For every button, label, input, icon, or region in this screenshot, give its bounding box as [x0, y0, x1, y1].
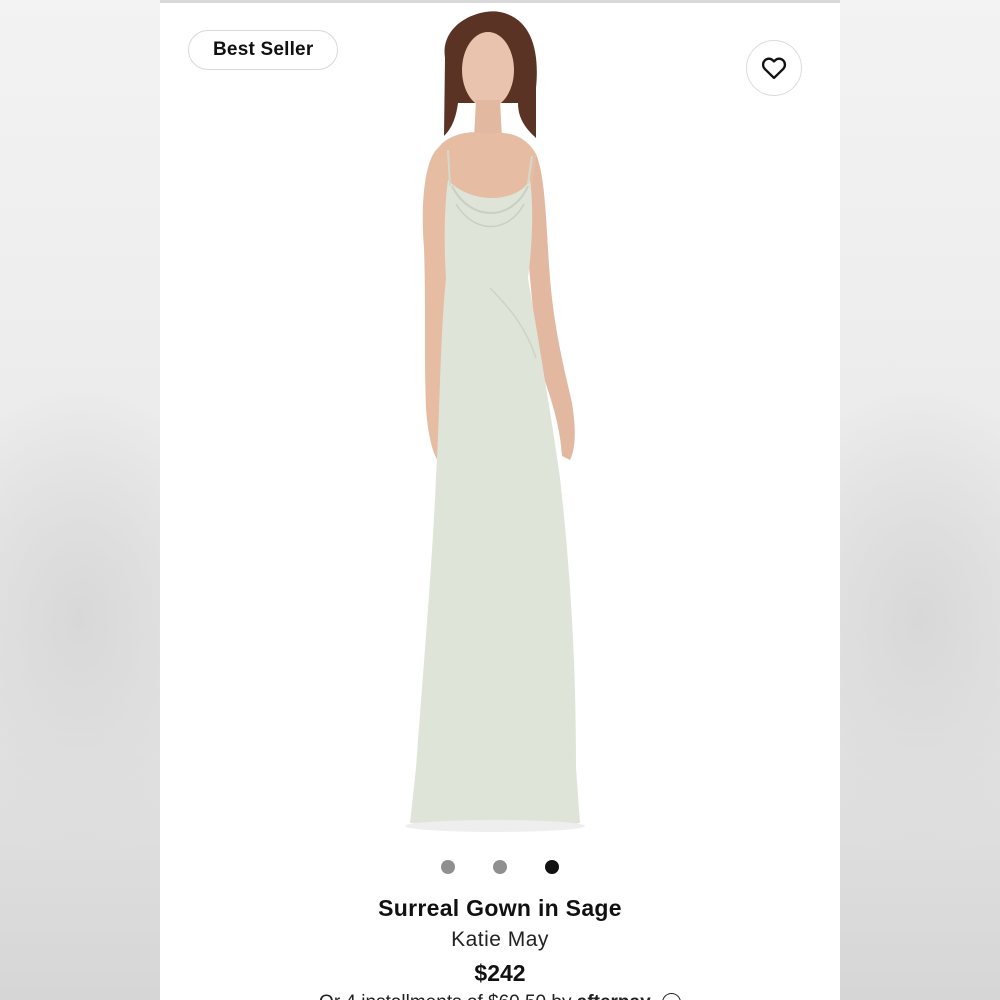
best-seller-badge: Best Seller	[188, 30, 339, 70]
carousel-dot[interactable]	[493, 860, 507, 874]
product-price: $242	[474, 960, 526, 986]
product-brand[interactable]: Katie May	[160, 928, 840, 952]
product-image[interactable]	[340, 8, 640, 834]
carousel-dot[interactable]	[441, 860, 455, 874]
installments-text: Or 4 installments of $60.50 by	[319, 992, 571, 1000]
favorite-button[interactable]	[746, 40, 802, 96]
afterpay-logo[interactable]: afterpay	[577, 992, 651, 1000]
best-seller-label: Best Seller	[213, 39, 314, 60]
installments-line: Or 4 installments of $60.50 by afterpay	[160, 992, 840, 1000]
info-icon[interactable]	[661, 993, 681, 1000]
carousel-dot[interactable]	[545, 860, 559, 874]
carousel-indicator	[160, 860, 840, 874]
product-card: Best Seller Surreal Gown in Sage Katie M…	[160, 0, 840, 1000]
heart-icon	[761, 57, 787, 80]
product-title[interactable]: Surreal Gown in Sage	[160, 895, 840, 922]
divider	[160, 0, 840, 3]
